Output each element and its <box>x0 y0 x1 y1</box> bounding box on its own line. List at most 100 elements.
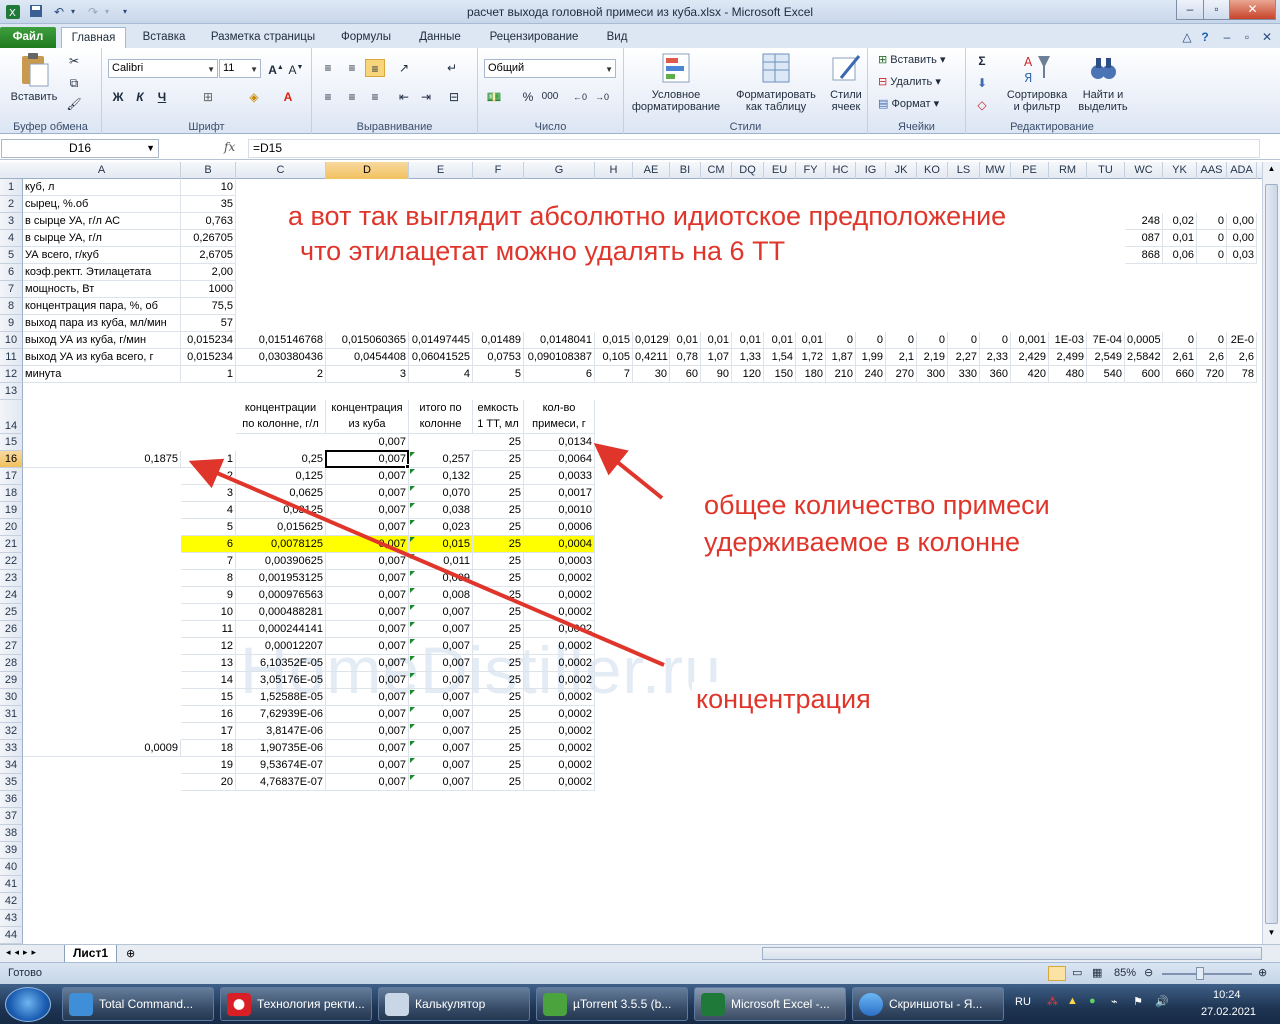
horizontal-scrollbar[interactable] <box>762 947 1262 960</box>
cell-value[interactable]: 0,001 <box>1011 332 1049 349</box>
row-header-24[interactable]: 24 <box>0 587 23 604</box>
table-cell-capacity[interactable]: 25 <box>473 723 524 740</box>
row-header-34[interactable]: 34 <box>0 757 23 774</box>
row-header-10[interactable]: 10 <box>0 332 23 349</box>
cell-value[interactable]: 2,00 <box>181 264 236 281</box>
cell-value[interactable]: 2,61 <box>1163 349 1197 366</box>
tray-warning-icon[interactable]: ▲ <box>1067 995 1078 1007</box>
tab-review[interactable]: Рецензирование <box>480 27 588 48</box>
table-cell-conc-cube[interactable]: 0,007 <box>326 621 409 638</box>
table-cell-capacity[interactable]: 25 <box>473 757 524 774</box>
table-cell-capacity[interactable]: 25 <box>473 672 524 689</box>
start-button[interactable] <box>5 987 51 1022</box>
cell-value[interactable]: 300 <box>917 366 948 383</box>
cell-value[interactable]: 7E-04 <box>1087 332 1125 349</box>
grow-font-icon[interactable]: A▲ <box>266 59 286 77</box>
table-header[interactable]: концентрации по колонне, г/л <box>236 400 326 434</box>
table-cell-total[interactable]: 0,007 <box>409 757 473 774</box>
cell-value[interactable]: 0 <box>856 332 886 349</box>
orientation-icon[interactable]: ↗ <box>394 59 414 77</box>
zoom-out-icon[interactable]: ⊖ <box>1144 963 1153 984</box>
cell-value[interactable]: 10 <box>181 179 236 196</box>
taskbar-total-commander[interactable]: Total Command... <box>62 987 214 1021</box>
tray-app-icon[interactable]: ⁂ <box>1047 995 1058 1008</box>
column-header-rm[interactable]: RM <box>1049 162 1087 179</box>
table-cell-conc-column[interactable]: 9,53674E-07 <box>236 757 326 774</box>
table-cell-impurity[interactable]: 0,0002 <box>524 638 595 655</box>
row-header-19[interactable]: 19 <box>0 502 23 519</box>
close-button[interactable]: ✕ <box>1229 0 1276 20</box>
cell-value[interactable]: 0,01 <box>670 332 701 349</box>
cell-value[interactable]: 2,6 <box>1227 349 1257 366</box>
cell-value[interactable]: 0 <box>1197 213 1227 230</box>
cell-value[interactable]: 60 <box>670 366 701 383</box>
clock-date[interactable]: 27.02.2021 <box>1201 1006 1256 1018</box>
table-cell-conc-column[interactable]: 3,05176E-05 <box>236 672 326 689</box>
cell-value[interactable]: 2,6 <box>1197 349 1227 366</box>
row-header-37[interactable]: 37 <box>0 808 23 825</box>
cell-value[interactable]: 0 <box>980 332 1011 349</box>
table-row-index[interactable]: 19 <box>181 757 236 774</box>
row-header-43[interactable]: 43 <box>0 910 23 927</box>
table-cell-conc-column[interactable]: 0,000244141 <box>236 621 326 638</box>
cell-value[interactable]: 1,72 <box>796 349 826 366</box>
tab-home[interactable]: Главная <box>61 27 126 48</box>
cell-value[interactable]: 600 <box>1125 366 1163 383</box>
align-right-icon[interactable]: ≡ <box>365 88 385 106</box>
tray-network-icon[interactable]: ⌁ <box>1111 995 1118 1008</box>
column-header-eu[interactable]: EU <box>764 162 796 179</box>
format-painter-icon[interactable]: 🖌 <box>64 95 84 113</box>
table-row-index[interactable]: 9 <box>181 587 236 604</box>
table-cell-impurity[interactable]: 0,0002 <box>524 672 595 689</box>
row-header-9[interactable]: 9 <box>0 315 23 332</box>
table-row-index[interactable]: 10 <box>181 604 236 621</box>
cell-value[interactable]: 0 <box>948 332 980 349</box>
language-indicator[interactable]: RU <box>1015 996 1031 1008</box>
cell-value[interactable]: 0,105 <box>595 349 633 366</box>
table-cell-capacity[interactable]: 25 <box>473 655 524 672</box>
table-cell-impurity[interactable]: 0,0002 <box>524 757 595 774</box>
row-header-7[interactable]: 7 <box>0 281 23 298</box>
decrease-decimal-icon[interactable]: →0 <box>592 88 612 106</box>
cell-value[interactable]: 2,549 <box>1087 349 1125 366</box>
table-row-index[interactable]: 6 <box>181 536 236 553</box>
cell-label[interactable]: выход УА из куба всего, г <box>23 349 181 366</box>
help-icon[interactable]: ? <box>1196 28 1214 45</box>
row-header-6[interactable]: 6 <box>0 264 23 281</box>
row-header-20[interactable]: 20 <box>0 519 23 536</box>
cell-value[interactable]: 0,1875 <box>23 451 181 468</box>
insert-cells-button[interactable]: ⊞ Вставить ▾ <box>878 54 946 66</box>
taskbar-screenshots[interactable]: Скриншоты - Я... <box>852 987 1004 1021</box>
table-cell-total[interactable]: 0,070 <box>409 485 473 502</box>
cell-value[interactable]: 420 <box>1011 366 1049 383</box>
cell-value[interactable]: 660 <box>1163 366 1197 383</box>
cell-value[interactable]: 270 <box>886 366 917 383</box>
table-cell-impurity[interactable]: 0,0004 <box>524 536 595 553</box>
column-header-bi[interactable]: BI <box>670 162 701 179</box>
align-top-icon[interactable]: ≡ <box>318 59 338 77</box>
align-center-icon[interactable]: ≡ <box>342 88 362 106</box>
cell-value[interactable]: 35 <box>181 196 236 213</box>
row-header-21[interactable]: 21 <box>0 536 23 553</box>
column-header-a[interactable]: A <box>23 162 181 179</box>
cell-label[interactable]: выход пара из куба, мл/мин <box>23 315 181 332</box>
doc-restore-icon[interactable]: ▫ <box>1238 28 1256 45</box>
conditional-format-button[interactable]: Условное форматирование <box>626 52 726 113</box>
table-row-index[interactable]: 18 <box>181 740 236 757</box>
table-cell-total[interactable]: 0,007 <box>409 655 473 672</box>
table-cell-total[interactable]: 0,007 <box>409 672 473 689</box>
table-cell-conc-column[interactable]: 3,8147E-06 <box>236 723 326 740</box>
selected-cell-outline[interactable] <box>325 450 409 468</box>
cell-value[interactable]: 0,0753 <box>473 349 524 366</box>
cell-value[interactable]: 0,02 <box>1163 213 1197 230</box>
font-color-icon[interactable]: A <box>278 88 298 106</box>
row-header-35[interactable]: 35 <box>0 774 23 791</box>
format-as-table-button[interactable]: Форматировать как таблицу <box>728 52 824 113</box>
row-header-28[interactable]: 28 <box>0 655 23 672</box>
page-layout-view-icon[interactable]: ▭ <box>1072 963 1082 984</box>
cell-value[interactable]: 0 <box>826 332 856 349</box>
column-header-f[interactable]: F <box>473 162 524 179</box>
table-row-index[interactable]: 13 <box>181 655 236 672</box>
table-cell-impurity[interactable]: 0,0002 <box>524 570 595 587</box>
cell-label[interactable]: в сырце УА, г/л АС <box>23 213 181 230</box>
